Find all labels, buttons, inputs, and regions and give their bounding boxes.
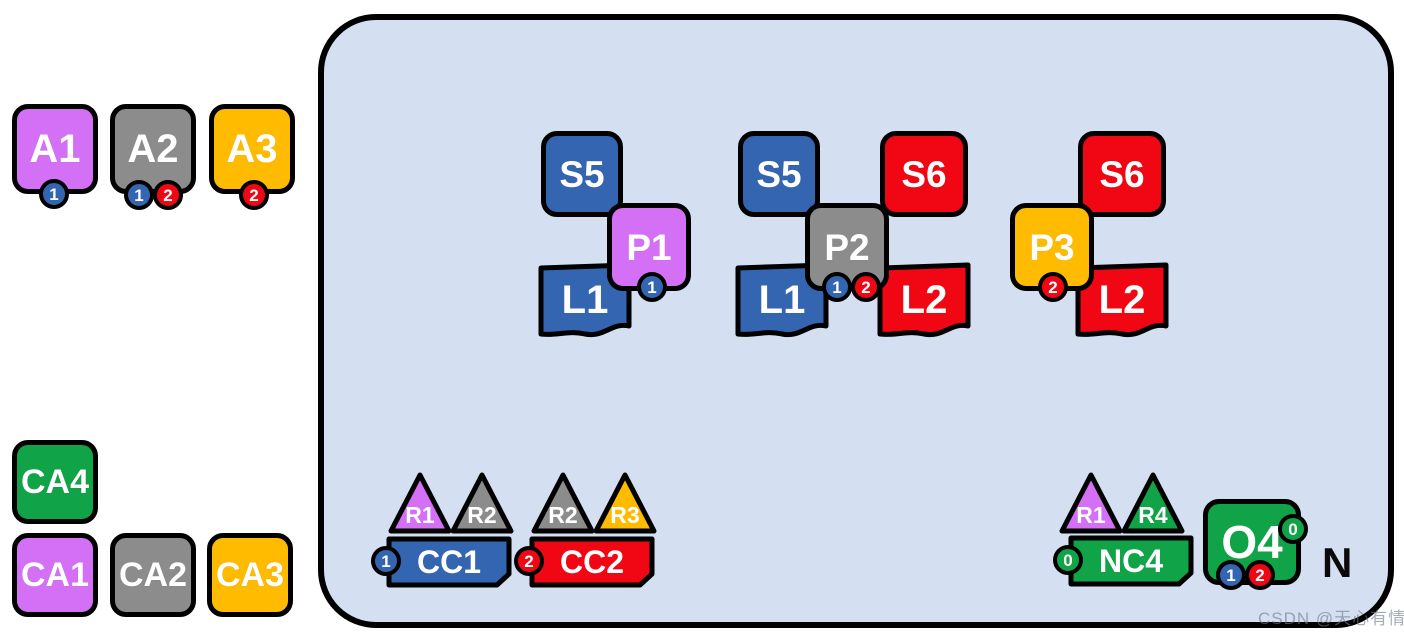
badge-text: 2: [1255, 565, 1265, 585]
role-triangle-r1-cc1[interactable]: R1: [388, 472, 452, 534]
badge-text: 2: [249, 185, 259, 205]
service-node-s6-g2[interactable]: S6: [880, 131, 968, 217]
service-node-s6-g3[interactable]: S6: [1078, 131, 1166, 217]
agent-a2-label: A2: [127, 127, 179, 171]
badge-text: 2: [1048, 277, 1058, 297]
diagram-canvas: N A1 1 A2 1 2 A3 2 CA4 CA1 CA2 CA3 S5 L1…: [0, 0, 1404, 639]
badge-text: 1: [832, 277, 842, 297]
capability-ca4-label: CA4: [20, 463, 90, 501]
badge-text: 2: [524, 551, 534, 571]
badge-text: 2: [163, 185, 173, 205]
capability-node-ca3[interactable]: CA3: [207, 533, 293, 617]
role-triangle-r4-nc4[interactable]: R4: [1121, 472, 1185, 534]
orchestrator-o4-badge-2[interactable]: 2: [1245, 560, 1275, 590]
cluster-card-nc4[interactable]: NC4: [1068, 535, 1194, 587]
orchestrator-label: O4: [1221, 516, 1283, 568]
capability-ca1-label: CA1: [20, 556, 90, 594]
process-p1-badge-1[interactable]: 1: [637, 272, 667, 302]
orchestrator-o4-badge-1[interactable]: 1: [1216, 560, 1246, 590]
role-triangle-r2-cc2[interactable]: R2: [531, 472, 595, 534]
badge-text: 0: [1288, 519, 1298, 539]
service-label: S5: [559, 153, 605, 195]
capability-node-ca2[interactable]: CA2: [110, 533, 196, 617]
cluster-card-cc1[interactable]: CC1: [386, 536, 512, 588]
badge-text: 1: [381, 551, 391, 571]
cluster-label: CC1: [416, 543, 481, 580]
agent-a3-label: A3: [226, 127, 278, 171]
capability-node-ca4[interactable]: CA4: [12, 440, 98, 524]
capability-node-ca1[interactable]: CA1: [12, 533, 98, 617]
process-p3-badge-2[interactable]: 2: [1038, 272, 1068, 302]
agent-a3-badge-2[interactable]: 2: [239, 180, 269, 210]
service-node-s5-g2[interactable]: S5: [738, 131, 820, 217]
role-label: R1: [1076, 502, 1106, 528]
cluster-nc4-badge[interactable]: 0: [1053, 545, 1083, 575]
badge-text: 0: [1063, 550, 1073, 570]
badge-text: 1: [49, 184, 59, 204]
capability-ca2-label: CA2: [118, 556, 188, 594]
cluster-cc1-badge[interactable]: 1: [371, 546, 401, 576]
network-container-label: N: [1322, 539, 1353, 586]
process-p2-badge-2[interactable]: 2: [851, 272, 881, 302]
agent-node-a2[interactable]: A2: [110, 104, 196, 194]
role-label: R4: [1138, 502, 1168, 528]
service-label: S6: [901, 153, 947, 195]
agent-a1-badge-1[interactable]: 1: [39, 179, 69, 209]
badge-text: 1: [134, 185, 144, 205]
cluster-label: CC2: [559, 543, 624, 580]
service-label: S5: [756, 153, 802, 195]
role-label: R2: [467, 502, 497, 528]
role-label: R2: [548, 502, 578, 528]
role-triangle-r3-cc2[interactable]: R3: [593, 472, 657, 534]
cluster-cc2-badge[interactable]: 2: [514, 546, 544, 576]
badge-text: 2: [861, 277, 871, 297]
orchestrator-o4-side-badge[interactable]: 0: [1278, 514, 1308, 544]
process-p2-badge-1[interactable]: 1: [822, 272, 852, 302]
process-label: P2: [824, 226, 870, 268]
watermark-text: CSDN @天心有情: [1258, 609, 1404, 628]
agent-a2-badge-2[interactable]: 2: [153, 180, 183, 210]
process-label: P1: [626, 226, 672, 268]
role-label: R1: [405, 502, 435, 528]
agent-a2-badge-1[interactable]: 1: [124, 180, 154, 210]
role-triangle-r1-nc4[interactable]: R1: [1059, 472, 1123, 534]
agent-a1-label: A1: [29, 127, 81, 171]
badge-text: 1: [1226, 565, 1236, 585]
cluster-label: NC4: [1098, 542, 1163, 579]
log-node-l2-g2[interactable]: L2: [877, 262, 971, 338]
badge-text: 1: [647, 277, 657, 297]
capability-ca3-label: CA3: [215, 556, 285, 594]
role-triangle-r2-cc1[interactable]: R2: [450, 472, 514, 534]
cluster-card-cc2[interactable]: CC2: [529, 536, 655, 588]
process-label: P3: [1029, 226, 1075, 268]
role-label: R3: [610, 502, 640, 528]
service-label: S6: [1099, 153, 1145, 195]
service-node-s5-g1[interactable]: S5: [541, 131, 623, 217]
